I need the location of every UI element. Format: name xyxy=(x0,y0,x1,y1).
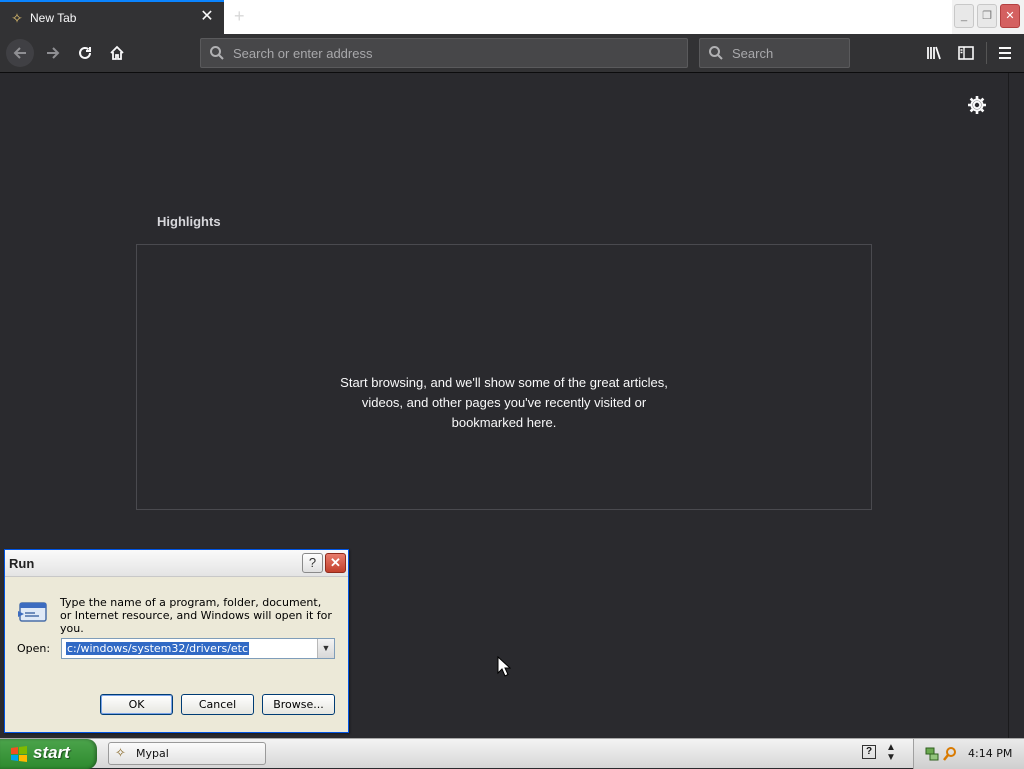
window-controls: _ ❐ ✕ xyxy=(952,0,1024,34)
window-close-button[interactable]: ✕ xyxy=(1000,4,1020,28)
search-icon xyxy=(709,46,723,60)
sidebar-button[interactable] xyxy=(953,41,979,65)
open-label: Open: xyxy=(17,642,51,655)
forward-button[interactable] xyxy=(40,41,66,65)
highlights-empty-message: Start browsing, and we'll show some of t… xyxy=(137,373,871,433)
run-dialog-titlebar[interactable]: Run ? ✕ xyxy=(5,550,348,577)
highlights-section: Start browsing, and we'll show some of t… xyxy=(136,244,872,510)
tab-strip-empty-area: + xyxy=(224,0,954,34)
network-icon[interactable] xyxy=(924,746,940,762)
run-dialog: Run ? ✕ Type the name of a program, fold… xyxy=(4,549,349,733)
chevron-expand-icon[interactable]: ▲ ▼ xyxy=(884,743,898,763)
run-icon xyxy=(18,602,47,622)
search-icon xyxy=(210,46,224,60)
gear-icon[interactable] xyxy=(966,94,988,116)
search-tray-icon[interactable] xyxy=(942,746,958,762)
toolbar-separator xyxy=(986,42,987,64)
search-bar[interactable]: Search xyxy=(699,38,850,68)
arrow-left-icon xyxy=(13,47,26,59)
open-combobox[interactable]: c:/windows/system32/drivers/etc ▼ xyxy=(61,638,335,659)
search-placeholder: Search xyxy=(732,46,774,61)
home-icon xyxy=(110,45,124,60)
taskbar-item-mypal[interactable]: ✧ Mypal xyxy=(108,742,266,765)
start-button[interactable]: start xyxy=(0,739,97,769)
tab-strip: ✧ New Tab ✕ + _ ❐ ✕ xyxy=(0,0,1024,34)
hamburger-menu-icon xyxy=(999,47,1011,59)
vertical-scrollbar[interactable] xyxy=(1008,73,1024,738)
home-button[interactable] xyxy=(104,41,130,65)
library-button[interactable] xyxy=(921,41,947,65)
minimize-button[interactable]: _ xyxy=(954,4,974,28)
navigation-toolbar: Search or enter address Search xyxy=(0,34,1024,73)
taskbar-item-label: Mypal xyxy=(136,747,169,760)
tab-new-tab[interactable]: ✧ New Tab ✕ xyxy=(0,0,224,34)
new-tab-button[interactable]: + xyxy=(234,6,245,26)
windows-logo-icon xyxy=(11,746,27,762)
chevron-down-icon[interactable]: ▼ xyxy=(317,639,334,658)
ok-button[interactable]: OK xyxy=(100,694,173,715)
highlights-message-line: bookmarked here. xyxy=(451,415,557,430)
maximize-button[interactable]: ❐ xyxy=(977,4,997,28)
taskbar: start ✧ Mypal ? ▲ ▼ 4:14 PM xyxy=(0,738,1024,769)
back-button[interactable] xyxy=(6,39,34,67)
tab-close-button[interactable]: ✕ xyxy=(198,8,216,26)
reload-button[interactable] xyxy=(72,41,98,65)
menu-button[interactable] xyxy=(992,41,1018,65)
mypal-icon: ✧ xyxy=(11,10,23,26)
sidebar-icon xyxy=(958,46,974,60)
start-label: start xyxy=(33,743,70,762)
library-icon xyxy=(927,46,941,60)
address-bar[interactable]: Search or enter address xyxy=(200,38,688,68)
highlights-message-line: videos, and other pages you've recently … xyxy=(361,395,647,410)
open-input-value[interactable]: c:/windows/system32/drivers/etc xyxy=(66,642,250,655)
run-dialog-title: Run xyxy=(9,556,35,571)
tab-title: New Tab xyxy=(30,11,77,25)
highlights-heading: Highlights xyxy=(157,214,221,229)
arrow-right-icon xyxy=(47,47,60,59)
run-description: Type the name of a program, folder, docu… xyxy=(60,596,332,635)
cancel-button[interactable]: Cancel xyxy=(181,694,254,715)
mypal-icon: ✧ xyxy=(115,745,126,760)
address-placeholder: Search or enter address xyxy=(233,46,373,61)
dialog-close-button[interactable]: ✕ xyxy=(325,553,346,573)
clock: 4:14 PM xyxy=(968,747,1013,760)
reload-icon xyxy=(79,46,91,59)
highlights-message-line: Start browsing, and we'll show some of t… xyxy=(340,375,668,390)
help-button[interactable]: ? xyxy=(302,553,323,573)
system-tray: 4:14 PM xyxy=(913,739,1024,769)
help-icon[interactable]: ? xyxy=(862,745,876,759)
browse-button[interactable]: Browse... xyxy=(262,694,335,715)
mouse-cursor-icon xyxy=(497,656,511,677)
